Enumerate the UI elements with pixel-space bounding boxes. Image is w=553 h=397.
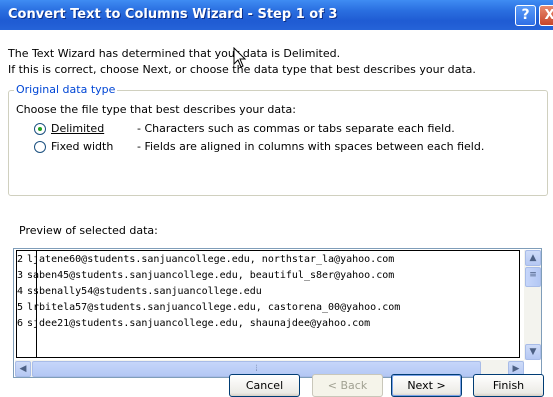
row-number: 2: [17, 254, 24, 265]
title-bar: Convert Text to Columns Wizard - Step 1 …: [0, 0, 553, 30]
vertical-scroll-thumb[interactable]: ≡: [525, 267, 541, 287]
delimited-description: - Characters such as commas or tabs sepa…: [137, 122, 455, 135]
file-type-prompt: Choose the file type that best describes…: [16, 103, 296, 116]
row-number: 5: [17, 302, 24, 313]
grip-icon: ⦙: [255, 364, 258, 374]
row-number: 3: [17, 270, 24, 281]
chevron-left-icon: ◀: [19, 364, 27, 374]
scroll-up-button[interactable]: ▲: [525, 250, 541, 266]
fixed-width-description: - Fields are aligned in columns with spa…: [137, 140, 485, 153]
row-text: ssbenally54@students.sanjuancollege.edu: [27, 286, 262, 297]
delimited-radio[interactable]: [34, 123, 46, 135]
group-legend: Original data type: [14, 83, 118, 96]
row-number: 6: [17, 318, 24, 329]
preview-row: 2 ljatene60@students.sanjuancollege.edu, …: [17, 252, 522, 268]
help-icon: ?: [521, 7, 530, 23]
vertical-scrollbar[interactable]: ▲ ≡ ▼: [524, 250, 541, 360]
window-title: Convert Text to Columns Wizard - Step 1 …: [8, 7, 338, 22]
chevron-down-icon: ▼: [529, 347, 537, 357]
wizard-body: The Text Wizard has determined that your…: [0, 30, 553, 397]
preview-row: 3 saben45@students.sanjuancollege.edu, be…: [17, 268, 522, 284]
radio-selected-dot: [38, 127, 42, 131]
close-icon: X: [544, 8, 553, 23]
mouse-cursor-icon: [233, 47, 247, 68]
intro-line-1: The Text Wizard has determined that your…: [8, 47, 341, 60]
preview-row: 4 ssbenally54@students.sanjuancollege.edu: [17, 284, 522, 300]
help-button[interactable]: ?: [515, 5, 536, 26]
preview-row: 5 lrbitela57@students.sanjuancollege.edu,…: [17, 300, 522, 316]
chevron-right-icon: ▶: [512, 364, 520, 374]
close-button[interactable]: X: [539, 5, 553, 26]
fixed-width-radio[interactable]: [34, 141, 46, 153]
cancel-button[interactable]: Cancel: [229, 374, 300, 397]
row-text: sjdee21@students.sanjuancollege.edu, sha…: [27, 318, 371, 329]
finish-button[interactable]: Finish: [473, 374, 544, 397]
row-text: ljatene60@students.sanjuancollege.edu, n…: [27, 254, 395, 265]
back-button[interactable]: < Back: [312, 374, 383, 397]
preview-row: 6 sjdee21@students.sanjuancollege.edu, sh…: [17, 316, 522, 332]
row-number: 4: [17, 286, 24, 297]
chevron-up-icon: ▲: [529, 253, 537, 263]
scroll-left-button[interactable]: ◀: [15, 361, 31, 377]
data-preview-pane[interactable]: 2 ljatene60@students.sanjuancollege.edu, …: [13, 248, 542, 378]
row-text: lrbitela57@students.sanjuancollege.edu, …: [27, 302, 401, 313]
fixed-width-label[interactable]: Fixed width: [51, 140, 113, 153]
delimited-label[interactable]: Delimited: [51, 122, 104, 135]
row-text: saben45@students.sanjuancollege.edu, bea…: [27, 270, 395, 281]
preview-label: Preview of selected data:: [19, 224, 158, 237]
next-button[interactable]: Next >: [391, 374, 462, 397]
scroll-down-button[interactable]: ▼: [525, 344, 541, 360]
grip-icon: ≡: [529, 270, 537, 280]
